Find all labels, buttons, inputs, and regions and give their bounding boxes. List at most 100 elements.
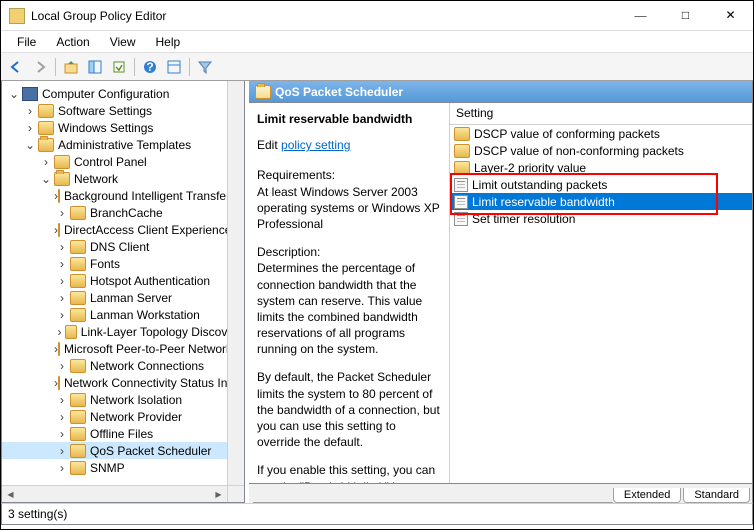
tree-node[interactable]: ›Lanman Workstation: [2, 306, 244, 323]
tree-node[interactable]: ›Fonts: [2, 255, 244, 272]
folder-icon: [58, 376, 60, 390]
folder-icon: [70, 427, 86, 441]
expand-icon[interactable]: ›: [54, 409, 70, 425]
status-bar: 3 setting(s): [1, 503, 753, 525]
tree-node-windows-settings[interactable]: › Windows Settings: [2, 119, 244, 136]
policy-icon: [454, 212, 468, 226]
back-button[interactable]: [5, 56, 27, 78]
description-text-3: If you enable this setting, you can use …: [257, 462, 441, 483]
tree-node[interactable]: ›Network Connections: [2, 357, 244, 374]
folder-icon: [54, 155, 70, 169]
toolbar-separator: [134, 58, 135, 76]
collapse-icon[interactable]: ⌄: [22, 137, 38, 153]
requirements-label: Requirements:: [257, 167, 441, 183]
expand-icon[interactable]: ›: [54, 358, 70, 374]
tree-node[interactable]: ›Network Provider: [2, 408, 244, 425]
menu-action[interactable]: Action: [46, 33, 99, 51]
list-column-setting[interactable]: Setting: [450, 103, 752, 125]
filter-button[interactable]: [194, 56, 216, 78]
expand-icon[interactable]: ›: [54, 290, 70, 306]
help-button[interactable]: ?: [139, 56, 161, 78]
show-hide-tree-button[interactable]: [84, 56, 106, 78]
window-title: Local Group Policy Editor: [31, 9, 618, 23]
list-item[interactable]: Layer-2 priority value: [450, 159, 752, 176]
folder-icon: [38, 138, 54, 152]
tree-node[interactable]: ›SNMP: [2, 459, 244, 476]
tree-node-network[interactable]: ⌄ Network: [2, 170, 244, 187]
folder-icon: [454, 161, 470, 175]
list-item[interactable]: DSCP value of conforming packets: [450, 125, 752, 142]
list-item[interactable]: Limit outstanding packets: [450, 176, 752, 193]
collapse-icon[interactable]: ⌄: [38, 171, 54, 187]
forward-button[interactable]: [29, 56, 51, 78]
tree-node[interactable]: ›QoS Packet Scheduler: [2, 442, 244, 459]
tree-node[interactable]: ›Lanman Server: [2, 289, 244, 306]
expand-icon[interactable]: ›: [54, 205, 70, 221]
folder-icon: [58, 189, 60, 203]
collapse-icon[interactable]: ⌄: [6, 86, 22, 102]
expand-icon[interactable]: ›: [54, 307, 70, 323]
tree-node[interactable]: ›Offline Files: [2, 425, 244, 442]
tree-node[interactable]: ›Network Isolation: [2, 391, 244, 408]
tree-node[interactable]: ›Microsoft Peer-to-Peer Networking Servi…: [2, 340, 244, 357]
edit-policy-link[interactable]: policy setting: [281, 138, 350, 152]
tree-scrollbar-vertical[interactable]: [227, 81, 244, 485]
tree-scrollbar-horizontal[interactable]: ◀ ▶: [2, 485, 227, 502]
folder-icon: [70, 410, 86, 424]
list-item[interactable]: DSCP value of non-conforming packets: [450, 142, 752, 159]
tree-node-control-panel[interactable]: › Control Panel: [2, 153, 244, 170]
folder-icon: [58, 342, 60, 356]
menu-file[interactable]: File: [7, 33, 46, 51]
properties-button[interactable]: [163, 56, 185, 78]
app-icon: [9, 8, 25, 24]
expand-icon[interactable]: ›: [54, 443, 70, 459]
list-item[interactable]: Set timer resolution: [450, 210, 752, 227]
tree-node[interactable]: ›Link-Layer Topology Discovery: [2, 323, 244, 340]
list-item[interactable]: Limit reservable bandwidth: [450, 193, 752, 210]
description-pane: Limit reservable bandwidth Edit policy s…: [249, 103, 449, 483]
folder-icon: [54, 172, 70, 186]
expand-icon[interactable]: ›: [22, 103, 38, 119]
folder-icon: [70, 257, 86, 271]
tree-node-computer-configuration[interactable]: ⌄ Computer Configuration: [2, 85, 244, 102]
export-button[interactable]: [108, 56, 130, 78]
expand-icon[interactable]: ›: [54, 460, 70, 476]
tree-node[interactable]: ›BranchCache: [2, 204, 244, 221]
tree-node-administrative-templates[interactable]: ⌄ Administrative Templates: [2, 136, 244, 153]
expand-icon[interactable]: ›: [54, 256, 70, 272]
folder-icon: [454, 144, 470, 158]
expand-icon[interactable]: ›: [54, 426, 70, 442]
scroll-corner: [227, 485, 244, 502]
tab-standard[interactable]: Standard: [683, 488, 750, 503]
folder-icon: [38, 104, 54, 118]
expand-icon[interactable]: ›: [54, 324, 65, 340]
tab-extended[interactable]: Extended: [613, 488, 681, 503]
expand-icon[interactable]: ›: [54, 273, 70, 289]
tree-node[interactable]: ›DNS Client: [2, 238, 244, 255]
folder-icon: [65, 325, 77, 339]
expand-icon[interactable]: ›: [22, 120, 38, 136]
tree-node-software-settings[interactable]: › Software Settings: [2, 102, 244, 119]
tree-node[interactable]: ›Network Connectivity Status Indicator: [2, 374, 244, 391]
settings-list[interactable]: DSCP value of conforming packetsDSCP val…: [450, 125, 752, 483]
tree-node[interactable]: ›DirectAccess Client Experience Settings: [2, 221, 244, 238]
up-button[interactable]: [60, 56, 82, 78]
maximize-button[interactable]: □: [663, 1, 708, 31]
menu-help[interactable]: Help: [146, 33, 191, 51]
folder-icon: [38, 121, 54, 135]
expand-icon[interactable]: ›: [54, 239, 70, 255]
menu-view[interactable]: View: [100, 33, 146, 51]
tree-node[interactable]: ›Background Intelligent Transfer Service: [2, 187, 244, 204]
folder-icon: [58, 223, 60, 237]
scroll-right-icon[interactable]: ▶: [210, 486, 227, 503]
scroll-left-icon[interactable]: ◀: [2, 486, 19, 503]
expand-icon[interactable]: ›: [38, 154, 54, 170]
minimize-button[interactable]: —: [618, 1, 663, 31]
close-button[interactable]: ✕: [708, 1, 753, 31]
toolbar-separator: [189, 58, 190, 76]
expand-icon[interactable]: ›: [54, 392, 70, 408]
folder-icon: [70, 206, 86, 220]
tree-node[interactable]: ›Hotspot Authentication: [2, 272, 244, 289]
description-text: Determines the percentage of connection …: [257, 260, 441, 357]
navigation-tree[interactable]: ⌄ Computer Configuration › Software Sett…: [2, 81, 244, 502]
